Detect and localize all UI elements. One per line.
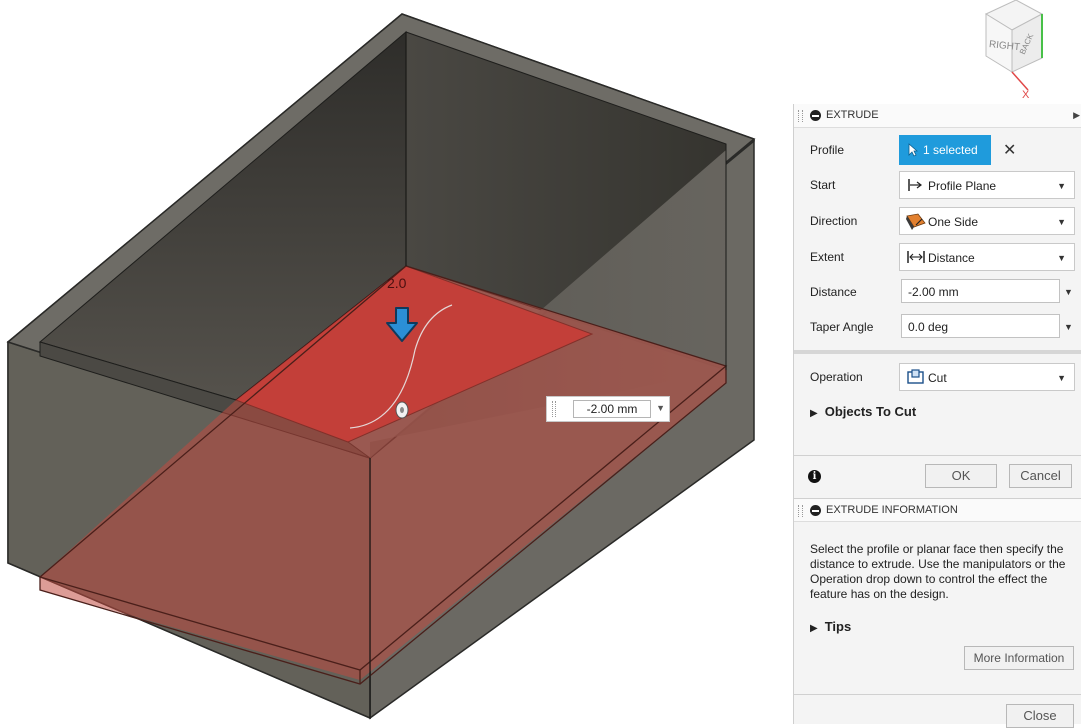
drag-grip[interactable] (798, 505, 803, 517)
distance-icon (906, 249, 925, 265)
cut-icon (906, 369, 924, 385)
profile-selection-count: 1 selected (923, 143, 978, 157)
objects-to-cut-label: Objects To Cut (824, 404, 917, 419)
profile-select-button[interactable]: 1 selected (899, 135, 991, 165)
more-information-button[interactable]: More Information (964, 646, 1074, 670)
chevron-down-icon[interactable]: ▼ (1064, 287, 1073, 297)
extent-value: Distance (928, 251, 975, 265)
chevron-down-icon: ▼ (1057, 217, 1066, 227)
collapse-icon[interactable] (810, 110, 821, 121)
panel-divider (794, 350, 1081, 354)
objects-to-cut-toggle[interactable]: ▶ Objects To Cut (810, 404, 916, 419)
direction-row: Direction One Side ▼ (794, 204, 1081, 238)
panel-separator (794, 455, 1081, 456)
direction-label: Direction (810, 214, 858, 228)
viewcube-x-axis-label: X (1022, 89, 1030, 100)
extent-label: Extent (810, 250, 845, 264)
operation-dropdown[interactable]: Cut ▼ (899, 363, 1075, 391)
extrude-header[interactable]: EXTRUDE ▶ (794, 104, 1081, 128)
start-value: Profile Plane (928, 179, 997, 193)
distance-row: Distance -2.00 mm ▼ (794, 275, 1081, 309)
cancel-button[interactable]: Cancel (1009, 464, 1072, 488)
info-title: EXTRUDE INFORMATION (826, 504, 958, 516)
extent-dropdown[interactable]: Distance ▼ (899, 243, 1075, 271)
chevron-down-icon[interactable]: ▼ (656, 403, 665, 413)
direction-dropdown[interactable]: One Side ▼ (899, 207, 1075, 235)
direction-value: One Side (928, 215, 979, 229)
chevron-down-icon: ▼ (1057, 373, 1066, 383)
angle-manipulator-handle[interactable] (395, 401, 409, 419)
operation-label: Operation (810, 370, 863, 384)
expand-triangle-icon: ▶ (810, 623, 818, 634)
ok-button[interactable]: OK (925, 464, 997, 488)
extent-row: Extent Distance ▼ (794, 240, 1081, 274)
clear-selection-icon[interactable]: ✕ (1003, 140, 1016, 160)
floating-distance-box: -2.00 mm ▼ (546, 396, 670, 422)
distance-value: -2.00 mm (908, 285, 959, 299)
start-dropdown[interactable]: Profile Plane ▼ (899, 171, 1075, 199)
info-icon[interactable]: i (808, 470, 821, 483)
taper-value: 0.0 deg (908, 320, 949, 334)
taper-label: Taper Angle (810, 320, 874, 334)
tips-toggle[interactable]: ▶ Tips (810, 619, 851, 634)
model-canvas[interactable]: 2.0 (0, 0, 790, 724)
operation-row: Operation Cut ▼ (794, 360, 1081, 394)
floating-distance-input[interactable]: -2.00 mm (573, 400, 651, 418)
start-label: Start (810, 178, 836, 192)
expand-triangle-icon: ▶ (810, 408, 818, 419)
chevron-down-icon: ▼ (1057, 253, 1066, 263)
info-description: Select the profile or planar face then s… (810, 542, 1066, 601)
tips-label: Tips (824, 619, 852, 634)
chevron-down-icon[interactable]: ▼ (1064, 322, 1073, 332)
distance-label: Distance (810, 285, 857, 299)
start-row: Start Profile Plane ▼ (794, 168, 1081, 202)
close-button[interactable]: Close (1006, 704, 1074, 728)
taper-row: Taper Angle 0.0 deg ▼ (794, 310, 1081, 344)
drag-grip[interactable] (552, 401, 556, 417)
extrude-panel: EXTRUDE ▶ Profile 1 selected ✕ Start Pro… (793, 104, 1081, 728)
one-side-icon (906, 213, 926, 230)
taper-input[interactable]: 0.0 deg (901, 314, 1060, 338)
profile-plane-icon (906, 177, 924, 193)
drag-grip[interactable] (798, 110, 803, 122)
profile-label: Profile (810, 143, 845, 157)
view-cube[interactable]: RIGHT BACK X (978, 0, 1048, 101)
model-viewport[interactable]: 2.0 -2.00 mm ▼ (0, 0, 790, 724)
operation-value: Cut (928, 371, 947, 385)
extrude-title: EXTRUDE (826, 109, 879, 121)
info-header[interactable]: EXTRUDE INFORMATION (794, 498, 1081, 522)
chevron-down-icon: ▼ (1057, 181, 1066, 191)
expand-arrow-icon[interactable]: ▶ (1073, 110, 1080, 121)
distance-input[interactable]: -2.00 mm (901, 279, 1060, 303)
panel-separator (794, 694, 1081, 695)
cursor-icon (908, 143, 919, 160)
dimension-label: 2.0 (387, 275, 407, 291)
collapse-icon[interactable] (810, 505, 821, 516)
